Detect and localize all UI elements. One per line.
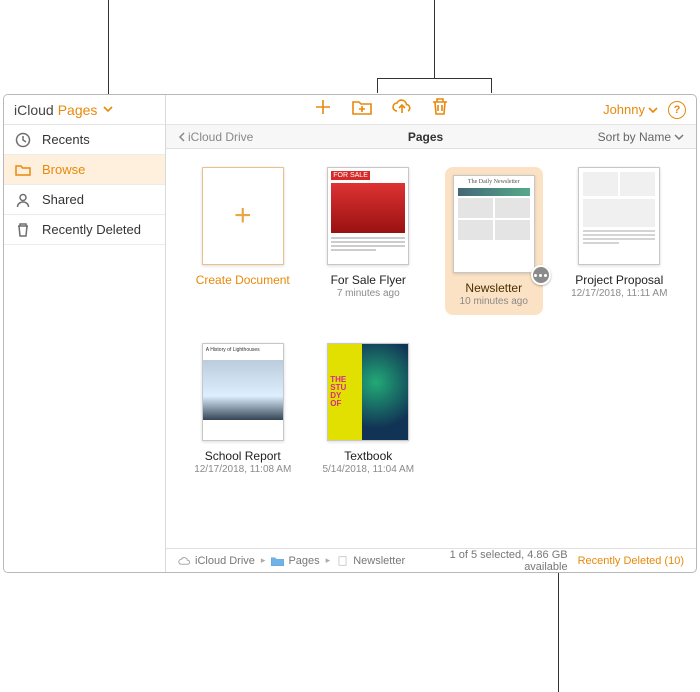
crumb-newsletter[interactable]: Newsletter xyxy=(336,555,405,567)
create-document-tile[interactable]: + Create Document xyxy=(180,167,306,315)
account-menu[interactable]: Johnny xyxy=(603,102,658,117)
folder-icon xyxy=(14,162,32,178)
document-name: For Sale Flyer xyxy=(331,273,406,287)
app-switcher[interactable]: iCloud Pages xyxy=(4,95,165,125)
document-tile[interactable]: FOR SALE For Sale Flyer 7 minutes ago xyxy=(306,167,432,315)
sidebar-item-recently-deleted[interactable]: Recently Deleted xyxy=(4,215,165,245)
cloud-upload-icon xyxy=(391,97,413,117)
chevron-down-icon xyxy=(674,132,684,142)
create-document-label: Create Document xyxy=(196,273,290,287)
crumb-separator: ▸ xyxy=(261,555,266,566)
document-meta: 12/17/2018, 11:11 AM xyxy=(571,288,667,299)
chevron-down-icon xyxy=(103,101,113,119)
document-name: Project Proposal xyxy=(575,273,663,287)
folder-icon xyxy=(271,556,284,566)
user-name: Johnny xyxy=(603,102,645,117)
document-tile[interactable]: Project Proposal 12/17/2018, 11:11 AM xyxy=(557,167,683,315)
document-thumbnail xyxy=(578,167,660,265)
chevron-down-icon xyxy=(648,105,658,115)
document-meta: 7 minutes ago xyxy=(337,288,400,299)
sidebar-item-label: Browse xyxy=(42,162,85,177)
crumb-icloud-drive[interactable]: iCloud Drive xyxy=(178,555,255,567)
sidebar: iCloud Pages Recents Browse xyxy=(4,95,166,572)
document-manager-window: iCloud Pages Recents Browse xyxy=(3,94,697,573)
location-bar: iCloud Drive Pages Sort by Name xyxy=(166,125,696,149)
sort-label: Sort by Name xyxy=(598,130,671,144)
sidebar-item-label: Shared xyxy=(42,192,84,207)
document-tile-selected[interactable]: The Daily Newsletter Newsletter 10 minut… xyxy=(431,167,557,315)
location-title: Pages xyxy=(253,130,597,144)
trash-icon xyxy=(431,97,449,117)
crumb-separator: ▸ xyxy=(326,555,331,566)
plus-icon xyxy=(313,97,333,117)
back-label: iCloud Drive xyxy=(188,130,253,144)
more-actions-button[interactable] xyxy=(531,265,551,285)
folder-button[interactable] xyxy=(351,97,373,122)
callout-line xyxy=(108,0,109,94)
document-name: Textbook xyxy=(344,449,392,463)
document-tile[interactable]: THE STU DY OF Textbook 5/14/2018, 11:04 … xyxy=(306,343,432,475)
person-icon xyxy=(14,192,32,208)
toolbar: Johnny ? xyxy=(166,95,696,125)
help-button[interactable]: ? xyxy=(668,101,686,119)
status-bar: iCloud Drive ▸ Pages ▸ Newsletter 1 of 5… xyxy=(166,548,696,572)
document-thumbnail: FOR SALE xyxy=(327,167,409,265)
document-icon xyxy=(336,556,349,566)
document-name: School Report xyxy=(205,449,281,463)
delete-button[interactable] xyxy=(431,97,449,122)
trash-icon xyxy=(14,222,32,238)
crumb-pages[interactable]: Pages xyxy=(271,555,319,567)
icloud-label: iCloud xyxy=(14,102,54,118)
selection-status: 1 of 5 selected, 4.86 GB available xyxy=(405,549,567,573)
chevron-left-icon xyxy=(178,132,186,142)
sidebar-item-label: Recents xyxy=(42,132,90,147)
upload-button[interactable] xyxy=(391,97,413,122)
recently-deleted-link[interactable]: Recently Deleted (10) xyxy=(578,555,684,567)
document-meta: 10 minutes ago xyxy=(460,296,528,307)
callout-line xyxy=(377,78,492,79)
plus-icon: + xyxy=(234,199,252,233)
sort-menu[interactable]: Sort by Name xyxy=(598,130,684,144)
document-thumbnail: THE STU DY OF xyxy=(327,343,409,441)
document-meta: 5/14/2018, 11:04 AM xyxy=(322,464,414,475)
document-thumbnail: The Daily Newsletter xyxy=(453,175,535,273)
sidebar-item-label: Recently Deleted xyxy=(42,222,141,237)
app-name: Pages xyxy=(58,102,98,118)
document-name: Newsletter xyxy=(465,281,522,295)
sidebar-item-recents[interactable]: Recents xyxy=(4,125,165,155)
sidebar-item-browse[interactable]: Browse xyxy=(4,155,165,185)
document-tile[interactable]: A History of Lighthouses School Report 1… xyxy=(180,343,306,475)
folder-plus-icon xyxy=(351,97,373,117)
create-button[interactable] xyxy=(313,97,333,122)
document-meta: 12/17/2018, 11:08 AM xyxy=(194,464,291,475)
main-area: Johnny ? iCloud Drive Pages Sort by Name xyxy=(166,95,696,572)
document-thumbnail: A History of Lighthouses xyxy=(202,343,284,441)
callout-line xyxy=(434,0,435,78)
document-grid: + Create Document FOR SALE For Sale Flye… xyxy=(180,167,682,475)
clock-icon xyxy=(14,132,32,148)
create-document-thumb: + xyxy=(202,167,284,265)
sidebar-item-shared[interactable]: Shared xyxy=(4,185,165,215)
cloud-icon xyxy=(178,556,191,566)
back-button[interactable]: iCloud Drive xyxy=(178,130,253,144)
breadcrumb: iCloud Drive ▸ Pages ▸ Newsletter xyxy=(178,555,405,567)
